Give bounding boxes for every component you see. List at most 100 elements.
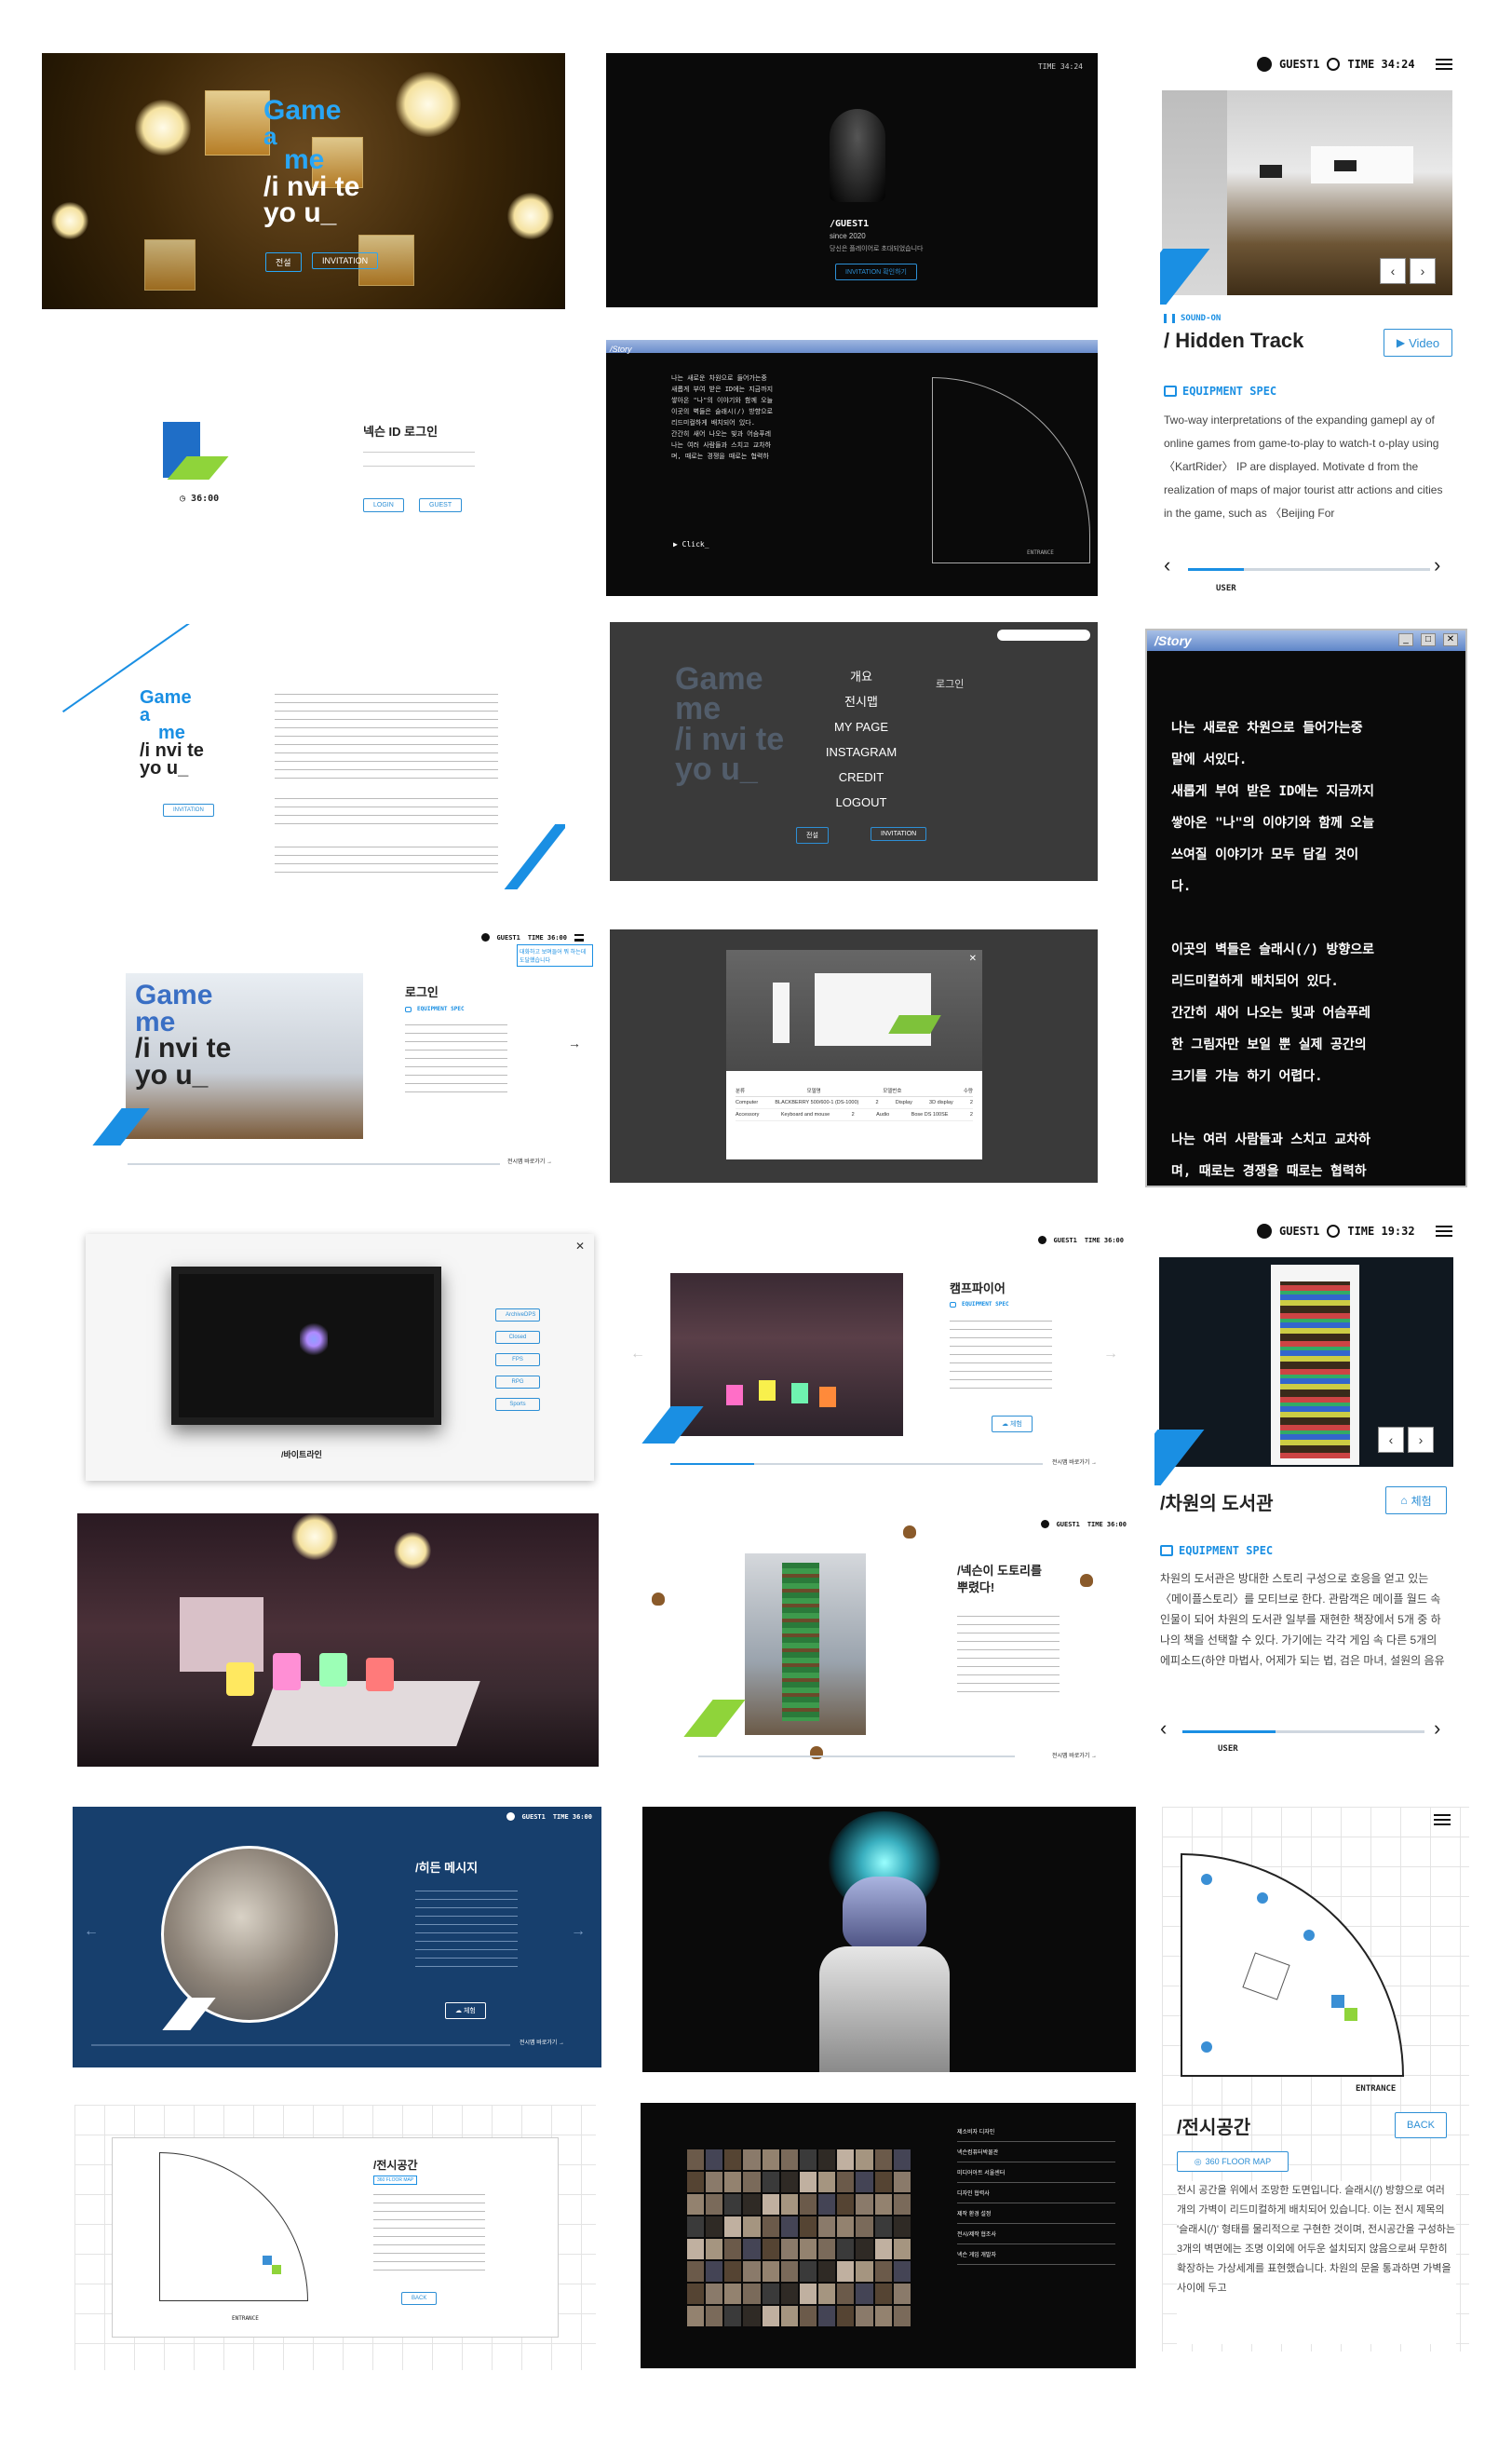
guest-button[interactable]: GUEST xyxy=(419,498,463,512)
thumbnail[interactable] xyxy=(724,2239,742,2259)
close-button[interactable]: ✕ xyxy=(1443,633,1458,646)
thumbnail[interactable] xyxy=(687,2216,705,2237)
video-button[interactable]: ▶ Video xyxy=(1384,329,1452,357)
thumbnail[interactable] xyxy=(706,2239,723,2259)
menu-icon[interactable] xyxy=(574,933,584,942)
thumbnail[interactable] xyxy=(818,2216,836,2237)
thumbnail[interactable] xyxy=(874,2239,892,2259)
thumbnail[interactable] xyxy=(743,2239,761,2259)
option-button[interactable]: FPS xyxy=(495,1353,540,1366)
thumbnail[interactable] xyxy=(874,2284,892,2304)
thumbnail[interactable] xyxy=(818,2172,836,2192)
thumbnail[interactable] xyxy=(706,2216,723,2237)
thumbnail[interactable] xyxy=(706,2284,723,2304)
thumbnail[interactable] xyxy=(743,2306,761,2326)
map-link[interactable]: 전시맵 바로가기 → xyxy=(507,1157,552,1165)
thumbnail[interactable] xyxy=(780,2284,798,2304)
thumbnail[interactable] xyxy=(687,2261,705,2282)
intro-invitation-button[interactable]: INVITATION xyxy=(312,252,379,269)
thumbnail[interactable] xyxy=(724,2149,742,2170)
thumbnail[interactable] xyxy=(743,2216,761,2237)
thumbnail[interactable] xyxy=(856,2261,873,2282)
menu-item-overview[interactable]: 개요 xyxy=(773,664,950,689)
thumbnail[interactable] xyxy=(706,2172,723,2192)
thumbnail[interactable] xyxy=(780,2216,798,2237)
thumbnail[interactable] xyxy=(762,2306,779,2326)
thumbnail[interactable] xyxy=(780,2306,798,2326)
thumbnail[interactable] xyxy=(874,2261,892,2282)
thumbnail[interactable] xyxy=(762,2239,779,2259)
thumbnail[interactable] xyxy=(837,2194,855,2215)
map-link[interactable]: 전시맵 바로가기 → xyxy=(1052,1751,1097,1759)
thumbnail[interactable] xyxy=(762,2216,779,2237)
thumbnail[interactable] xyxy=(762,2194,779,2215)
thumbnail[interactable] xyxy=(893,2172,911,2192)
thumbnail[interactable] xyxy=(874,2194,892,2215)
thumbnail[interactable] xyxy=(856,2149,873,2170)
thumbnail[interactable] xyxy=(687,2306,705,2326)
back-button[interactable]: BACK xyxy=(401,2292,438,2305)
thumbnail[interactable] xyxy=(837,2172,855,2192)
thumbnail[interactable] xyxy=(837,2216,855,2237)
thumbnail[interactable] xyxy=(780,2239,798,2259)
thumbnail[interactable] xyxy=(743,2172,761,2192)
thumbnail[interactable] xyxy=(762,2149,779,2170)
menu-item-mypage[interactable]: MY PAGE xyxy=(773,714,950,739)
map-link[interactable]: 전시맵 바로가기 → xyxy=(1052,1457,1097,1466)
menu-icon[interactable] xyxy=(1435,59,1452,70)
thumbnail[interactable] xyxy=(818,2149,836,2170)
thumbnail[interactable] xyxy=(706,2306,723,2326)
next-arrow[interactable]: → xyxy=(1103,1346,1118,1362)
thumbnail[interactable] xyxy=(687,2194,705,2215)
thumbnail[interactable] xyxy=(837,2239,855,2259)
thumbnail[interactable] xyxy=(818,2239,836,2259)
thumbnail[interactable] xyxy=(799,2306,817,2326)
thumbnail[interactable] xyxy=(837,2261,855,2282)
thumbnail[interactable] xyxy=(724,2172,742,2192)
option-button[interactable]: ArchiveDPS xyxy=(495,1308,540,1322)
thumbnail[interactable] xyxy=(837,2284,855,2304)
thumbnail[interactable] xyxy=(818,2261,836,2282)
thumbnail[interactable] xyxy=(780,2194,798,2215)
thumbnail[interactable] xyxy=(724,2284,742,2304)
thumbnail[interactable] xyxy=(856,2284,873,2304)
invite-button[interactable]: INVITATION xyxy=(163,804,214,817)
floor-map-button[interactable]: ◎ 360 FLOOR MAP xyxy=(1177,2151,1289,2172)
experience-button[interactable]: ☁ 체험 xyxy=(992,1416,1033,1432)
thumbnail[interactable] xyxy=(762,2172,779,2192)
menu-icon[interactable] xyxy=(1435,1226,1452,1237)
thumbnail[interactable] xyxy=(893,2261,911,2282)
prev-arrow[interactable]: ← xyxy=(630,1346,645,1362)
experience-button[interactable]: ☁ 체험 xyxy=(445,2002,486,2019)
thumbnail[interactable] xyxy=(780,2172,798,2192)
menu-left-button[interactable]: 전설 xyxy=(796,827,829,844)
thumbnail[interactable] xyxy=(818,2284,836,2304)
thumbnail[interactable] xyxy=(762,2261,779,2282)
map-link[interactable]: 전시맵 바로가기 → xyxy=(520,2038,564,2046)
thumbnail[interactable] xyxy=(743,2261,761,2282)
thumbnail[interactable] xyxy=(893,2284,911,2304)
prev-arrow[interactable]: ‹ xyxy=(1378,1427,1404,1453)
thumbnail[interactable] xyxy=(687,2172,705,2192)
thumbnail[interactable] xyxy=(724,2306,742,2326)
thumbnail[interactable] xyxy=(799,2261,817,2282)
next-arrow[interactable]: › xyxy=(1434,1716,1440,1741)
menu-item-logout[interactable]: LOGOUT xyxy=(773,790,950,815)
next-arrow[interactable]: → xyxy=(571,1923,586,1940)
thumbnail[interactable] xyxy=(837,2149,855,2170)
thumbnail[interactable] xyxy=(724,2216,742,2237)
prev-arrow[interactable]: ‹ xyxy=(1164,553,1170,577)
click-prompt[interactable]: ▶ Click_ xyxy=(673,540,709,549)
menu-icon[interactable] xyxy=(1434,1814,1451,1825)
thumbnail[interactable] xyxy=(856,2172,873,2192)
next-arrow[interactable]: › xyxy=(1408,1427,1434,1453)
thumbnail[interactable] xyxy=(724,2194,742,2215)
thumbnail[interactable] xyxy=(706,2261,723,2282)
thumbnail[interactable] xyxy=(818,2194,836,2215)
next-arrow[interactable]: → xyxy=(568,1036,581,1051)
login-button[interactable]: LOGIN xyxy=(363,498,404,512)
thumbnail[interactable] xyxy=(762,2284,779,2304)
user-tab[interactable]: USER xyxy=(1218,1744,1238,1754)
thumbnail[interactable] xyxy=(856,2306,873,2326)
close-icon[interactable]: ✕ xyxy=(969,954,977,964)
